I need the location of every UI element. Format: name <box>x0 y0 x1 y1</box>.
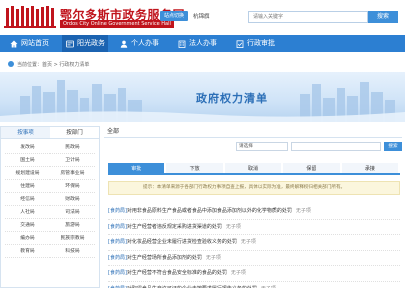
item-dept-tag: [食药局] <box>108 239 127 245</box>
power-list-main: 全部 请选择 搜索 审批 下放 取消 保留 承接 提示：本清单来源于各部门行政权力事项自… <box>104 126 402 288</box>
dept-panel-tabs: 按事项 按部门 <box>1 127 99 139</box>
dept-panel: 按事项 按部门 发改局 民政局 国土局 卫计局 规划建设局 房管事业局 住建局 环保局 经信局财… <box>0 126 100 288</box>
dept-link[interactable]: 人社局 <box>5 206 50 219</box>
banner-title: 政府权力清单 <box>196 92 268 105</box>
item-dept-tag: [食药局] <box>108 270 127 276</box>
power-item[interactable]: [食药局]对用非食品原料生产食品或者食品中添加食品添加剂以外的化学物质的处罚 无子… <box>108 204 400 220</box>
dept-link[interactable]: 卫计局 <box>50 154 95 167</box>
search-button[interactable]: 搜索 <box>368 11 398 23</box>
home-icon <box>10 40 18 47</box>
main-nav: 网站首页 阳光政务 个人办事 法人办事 行政审批 <box>0 35 405 52</box>
dept-link[interactable]: 编办局 <box>5 232 50 245</box>
type-tabs: 审批 下放 取消 保留 承接 <box>108 163 400 175</box>
nav-personal-label: 个人办事 <box>131 39 159 47</box>
keyword-input[interactable] <box>291 142 381 151</box>
site-subtitle: Ordos City Online Government Service Hal… <box>60 20 174 28</box>
dept-link[interactable]: 住建局 <box>5 180 50 193</box>
nav-company[interactable]: 法人办事 <box>178 35 234 52</box>
banner: 政府权力清单 <box>0 72 405 122</box>
dept-link[interactable]: 科技局 <box>50 245 95 258</box>
item-title[interactable]: 对生产经营场所食品添加剂的处罚 <box>127 255 202 261</box>
location-icon <box>8 61 14 67</box>
dept-link[interactable]: 环保局 <box>50 180 95 193</box>
sun-icon <box>66 40 74 47</box>
search-input[interactable]: 请输入关键字 <box>248 11 368 23</box>
item-title[interactable]: 对化妆品经营企业未履行进货检查验收义务的处罚 <box>127 239 237 245</box>
power-item-list: [食药局]对用非食品原料生产食品或者食品中添加食品添加剂以外的化学物质的处罚 无子… <box>108 204 400 288</box>
power-item[interactable]: [食药局]对生产经营者违反规定采购进货渠道的处罚 无子项 <box>108 220 400 235</box>
dept-link[interactable]: 房管事业局 <box>50 167 95 180</box>
breadcrumb: 当前位置：首页 > 行政权力清单 <box>8 59 89 69</box>
item-status: 无子项 <box>205 254 221 261</box>
type-tab[interactable]: 承接 <box>341 163 399 173</box>
power-item[interactable]: [食药局]对生产经营不符合食品安全标准的食品的处罚 无子项 <box>108 266 400 282</box>
tab-by-dept[interactable]: 按部门 <box>50 127 99 138</box>
power-item[interactable]: [食药局]对化妆品经营企业未履行进货检查验收义务的处罚 无子项 <box>108 235 400 251</box>
nav-sunshine[interactable]: 阳光政务 <box>62 35 108 52</box>
dept-link[interactable]: 发改局 <box>5 141 50 154</box>
type-tab[interactable]: 审批 <box>108 163 165 173</box>
breadcrumb-text[interactable]: 当前位置：首页 > 行政权力清单 <box>17 61 89 68</box>
nav-approval-label: 行政审批 <box>247 39 275 47</box>
person-icon <box>120 40 128 48</box>
nav-personal[interactable]: 个人办事 <box>120 35 176 52</box>
query-button[interactable]: 搜索 <box>384 142 402 151</box>
company-icon <box>178 40 186 48</box>
type-tab[interactable]: 取消 <box>224 163 282 173</box>
dept-link[interactable]: 司法局 <box>50 206 95 219</box>
filter-bar: 请选择 搜索 <box>236 142 402 151</box>
item-status: 无子项 <box>225 223 241 230</box>
dept-select[interactable]: 请选择 <box>236 142 288 151</box>
dept-link[interactable]: 经信局 <box>5 193 50 206</box>
site-logo-icon[interactable] <box>4 4 56 30</box>
dept-link[interactable]: 教育局 <box>5 245 50 258</box>
dept-link[interactable]: 规划建设局 <box>5 167 50 180</box>
item-dept-tag: [食药局] <box>108 223 127 230</box>
type-tab[interactable]: 下放 <box>166 163 223 173</box>
type-tab[interactable]: 保留 <box>283 163 340 173</box>
dept-link[interactable]: 民族宗教局 <box>50 232 95 245</box>
notice-bar: 提示：本清单来源于各部门行政权力事项自查上报，具体以实际为准，最终解释权归相关部… <box>108 181 400 195</box>
item-status: 无子项 <box>230 270 246 276</box>
header: 鄂尔多斯市政务服务网 Ordos City Online Government … <box>0 0 405 34</box>
item-status: 无子项 <box>295 208 311 214</box>
region-switch-button[interactable]: 站点切换 <box>160 11 189 21</box>
item-title[interactable]: 对用非食品原料生产食品或者食品中添加食品添加剂以外的化学物质的处罚 <box>127 208 292 214</box>
tab-by-item[interactable]: 按事项 <box>1 127 50 138</box>
nav-home[interactable]: 网站首页 <box>6 35 58 52</box>
dept-link[interactable]: 旅游局 <box>50 219 95 232</box>
item-title[interactable]: 对生产经营者违反规定采购进货渠道的处罚 <box>127 224 222 230</box>
nav-home-label: 网站首页 <box>21 39 49 47</box>
dept-link[interactable]: 财政局 <box>50 193 95 206</box>
nav-approval[interactable]: 行政审批 <box>236 35 292 52</box>
nav-sunshine-label: 阳光政务 <box>77 39 105 47</box>
region-name: 杭锦旗 <box>193 14 210 20</box>
list-heading: 全部 <box>104 126 402 138</box>
item-dept-tag: [食药局] <box>108 254 127 261</box>
nav-company-label: 法人办事 <box>189 39 217 47</box>
dept-link[interactable]: 国土局 <box>5 154 50 167</box>
approval-icon <box>236 39 244 48</box>
item-title[interactable]: 对生产经营不符合食品安全标准的食品的处罚 <box>127 270 227 276</box>
item-status: 无子项 <box>240 239 256 245</box>
power-item[interactable]: [食药局]对生产经营场所食品添加剂的处罚 无子项 <box>108 251 400 266</box>
dept-list: 发改局 民政局 国土局 卫计局 规划建设局 房管事业局 住建局 环保局 经信局 财政局 人社局 司法局… <box>1 139 99 260</box>
dept-link[interactable]: 民政局 <box>50 141 95 154</box>
power-item[interactable]: [食药局]对取得食品生产许可证的企业未按要求履行报告义务的处罚无子项 <box>108 282 400 288</box>
item-dept-tag: [食药局] <box>108 208 127 214</box>
dept-link[interactable]: 交通局 <box>5 219 50 232</box>
